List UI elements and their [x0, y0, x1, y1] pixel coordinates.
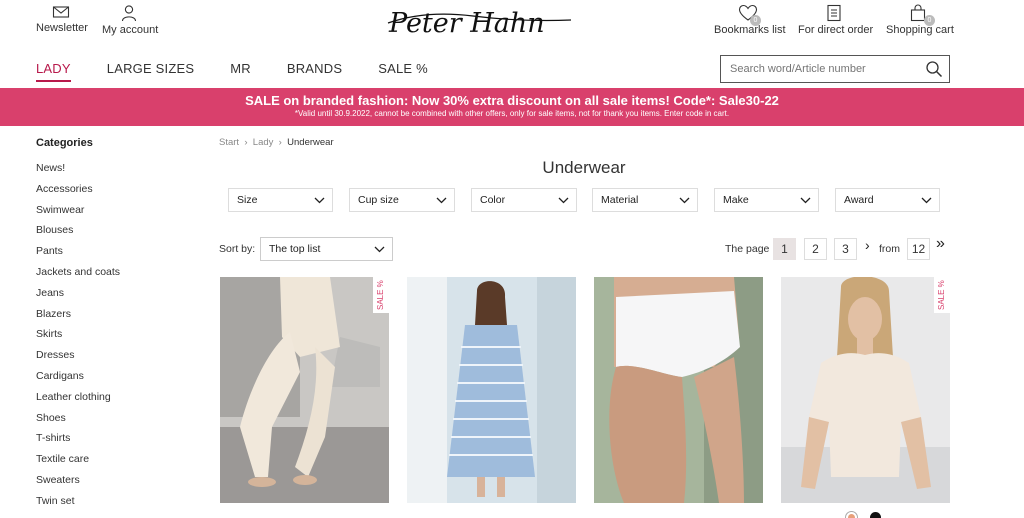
envelope-icon [52, 6, 70, 18]
sidebar-item-jeans[interactable]: Jeans [36, 287, 186, 308]
sidebar-item-sweaters[interactable]: Sweaters [36, 474, 186, 495]
direct-order-link[interactable]: For direct order [798, 4, 874, 36]
product-card-nightdress[interactable] [407, 277, 576, 503]
search-input[interactable] [721, 63, 916, 75]
sort-label: Sort by: [219, 243, 256, 255]
shopping-cart-label: Shopping cart [886, 24, 954, 36]
filter-make[interactable]: Make [714, 188, 819, 212]
filter-make-label: Make [723, 194, 749, 206]
sort-select[interactable]: The top list [260, 237, 393, 261]
sale-banner[interactable]: SALE on branded fashion: Now 30% extra d… [0, 88, 1024, 126]
sidebar-item-swimwear[interactable]: Swimwear [36, 204, 186, 225]
bookmarks-label: Bookmarks list [714, 24, 786, 36]
sidebar-item-accessories[interactable]: Accessories [36, 183, 186, 204]
sidebar-item-cardigans[interactable]: Cardigans [36, 370, 186, 391]
sort-selected-value: The top list [269, 243, 321, 255]
product-card-leggings[interactable]: SALE % [220, 277, 389, 503]
chevron-down-icon [800, 197, 811, 204]
sidebar-item-leather-clothing[interactable]: Leather clothing [36, 391, 186, 412]
filter-color-label: Color [480, 194, 506, 206]
filter-cup-size-label: Cup size [358, 194, 399, 206]
cart-count-badge: 0 [924, 15, 935, 26]
peter-hahn-logo[interactable]: Peter Hahn [385, 6, 575, 40]
breadcrumb-current: Underwear [287, 137, 334, 148]
product-image-leggings [220, 277, 389, 503]
chevron-down-icon [436, 197, 447, 204]
banner-fine-print: *Valid until 30.9.2022, cannot be combin… [294, 109, 730, 118]
sidebar-item-blouses[interactable]: Blouses [36, 224, 186, 245]
chevron-down-icon [558, 197, 569, 204]
sidebar-item-twin-set[interactable]: Twin set [36, 495, 186, 516]
product-card-tshirt[interactable]: SALE % [781, 277, 950, 503]
filter-color[interactable]: Color [471, 188, 577, 212]
last-page-button[interactable]: 12 [907, 238, 930, 260]
color-swatch[interactable] [870, 512, 881, 518]
nav-item-mr[interactable]: MR [230, 61, 251, 82]
chevron-down-icon [314, 197, 325, 204]
breadcrumb-start[interactable]: Start [219, 137, 239, 148]
filter-material[interactable]: Material [592, 188, 698, 212]
search-icon[interactable] [925, 60, 943, 78]
pager-label: The page [725, 243, 770, 255]
sidebar-item-dresses[interactable]: Dresses [36, 349, 186, 370]
sidebar-item-blazers[interactable]: Blazers [36, 308, 186, 329]
page-3-button[interactable]: 3 [834, 238, 857, 260]
newsletter-link[interactable]: Newsletter [36, 4, 88, 34]
page-2-button[interactable]: 2 [804, 238, 827, 260]
sidebar-item-jackets-coats[interactable]: Jackets and coats [36, 266, 186, 287]
sidebar-item-shoes[interactable]: Shoes [36, 412, 186, 433]
page-title: Underwear [542, 158, 626, 177]
document-icon [827, 4, 841, 22]
filter-award[interactable]: Award [835, 188, 940, 212]
product-image-tshirt [781, 277, 950, 503]
sidebar-item-pants[interactable]: Pants [36, 245, 186, 266]
bookmarks-link[interactable]: Bookmarks list 0 [714, 4, 786, 36]
chevron-down-icon [921, 197, 932, 204]
sale-flag: SALE % [373, 277, 389, 313]
banner-headline: SALE on branded fashion: Now 30% extra d… [245, 93, 779, 108]
breadcrumb-lady[interactable]: Lady [253, 137, 274, 148]
newsletter-label: Newsletter [36, 22, 88, 34]
product-image-nightdress [407, 277, 576, 503]
chevron-down-icon [679, 197, 690, 204]
logo-text: Peter Hahn [388, 8, 545, 39]
last-page-icon[interactable]: » [936, 235, 945, 253]
shopping-cart-link[interactable]: Shopping cart 0 [886, 4, 954, 36]
filter-size[interactable]: Size [228, 188, 333, 212]
direct-order-label: For direct order [798, 24, 874, 36]
search-box [720, 55, 950, 83]
next-page-icon[interactable]: › [865, 237, 870, 253]
breadcrumb-separator: › [241, 137, 251, 148]
sale-flag: SALE % [934, 277, 950, 313]
filter-material-label: Material [601, 194, 639, 206]
color-swatch[interactable] [846, 512, 857, 518]
nav-item-brands[interactable]: BRANDS [287, 61, 342, 82]
user-icon [121, 5, 137, 22]
filter-size-label: Size [237, 194, 258, 206]
chevron-down-icon [374, 246, 385, 253]
sidebar-item-skirts[interactable]: Skirts [36, 328, 186, 349]
sidebar-item-textile-care[interactable]: Textile care [36, 453, 186, 474]
my-account-link[interactable]: My account [102, 4, 159, 36]
bookmarks-count-badge: 0 [750, 15, 761, 26]
sidebar-title: Categories [36, 137, 93, 149]
breadcrumb: Start › Lady › Underwear [219, 137, 334, 148]
filter-award-label: Award [844, 194, 874, 206]
category-sidebar: Categories News! Accessories Swimwear Bl… [36, 137, 186, 516]
my-account-label: My account [102, 24, 159, 36]
nav-item-large-sizes[interactable]: LARGE SIZES [107, 61, 194, 82]
breadcrumb-separator: › [276, 137, 285, 148]
pager-from-label: from [879, 243, 900, 255]
product-image-briefs [594, 277, 763, 503]
header: Newsletter My account Peter Hahn Bookmar… [0, 0, 1024, 88]
sidebar-item-t-shirts[interactable]: T-shirts [36, 432, 186, 453]
main-nav: LADY LARGE SIZES MR BRANDS SALE % [36, 61, 464, 82]
nav-item-lady[interactable]: LADY [36, 61, 71, 82]
filter-cup-size[interactable]: Cup size [349, 188, 455, 212]
product-card-briefs[interactable] [594, 277, 763, 503]
nav-item-sale[interactable]: SALE % [378, 61, 428, 82]
page-1-button[interactable]: 1 [773, 238, 796, 260]
